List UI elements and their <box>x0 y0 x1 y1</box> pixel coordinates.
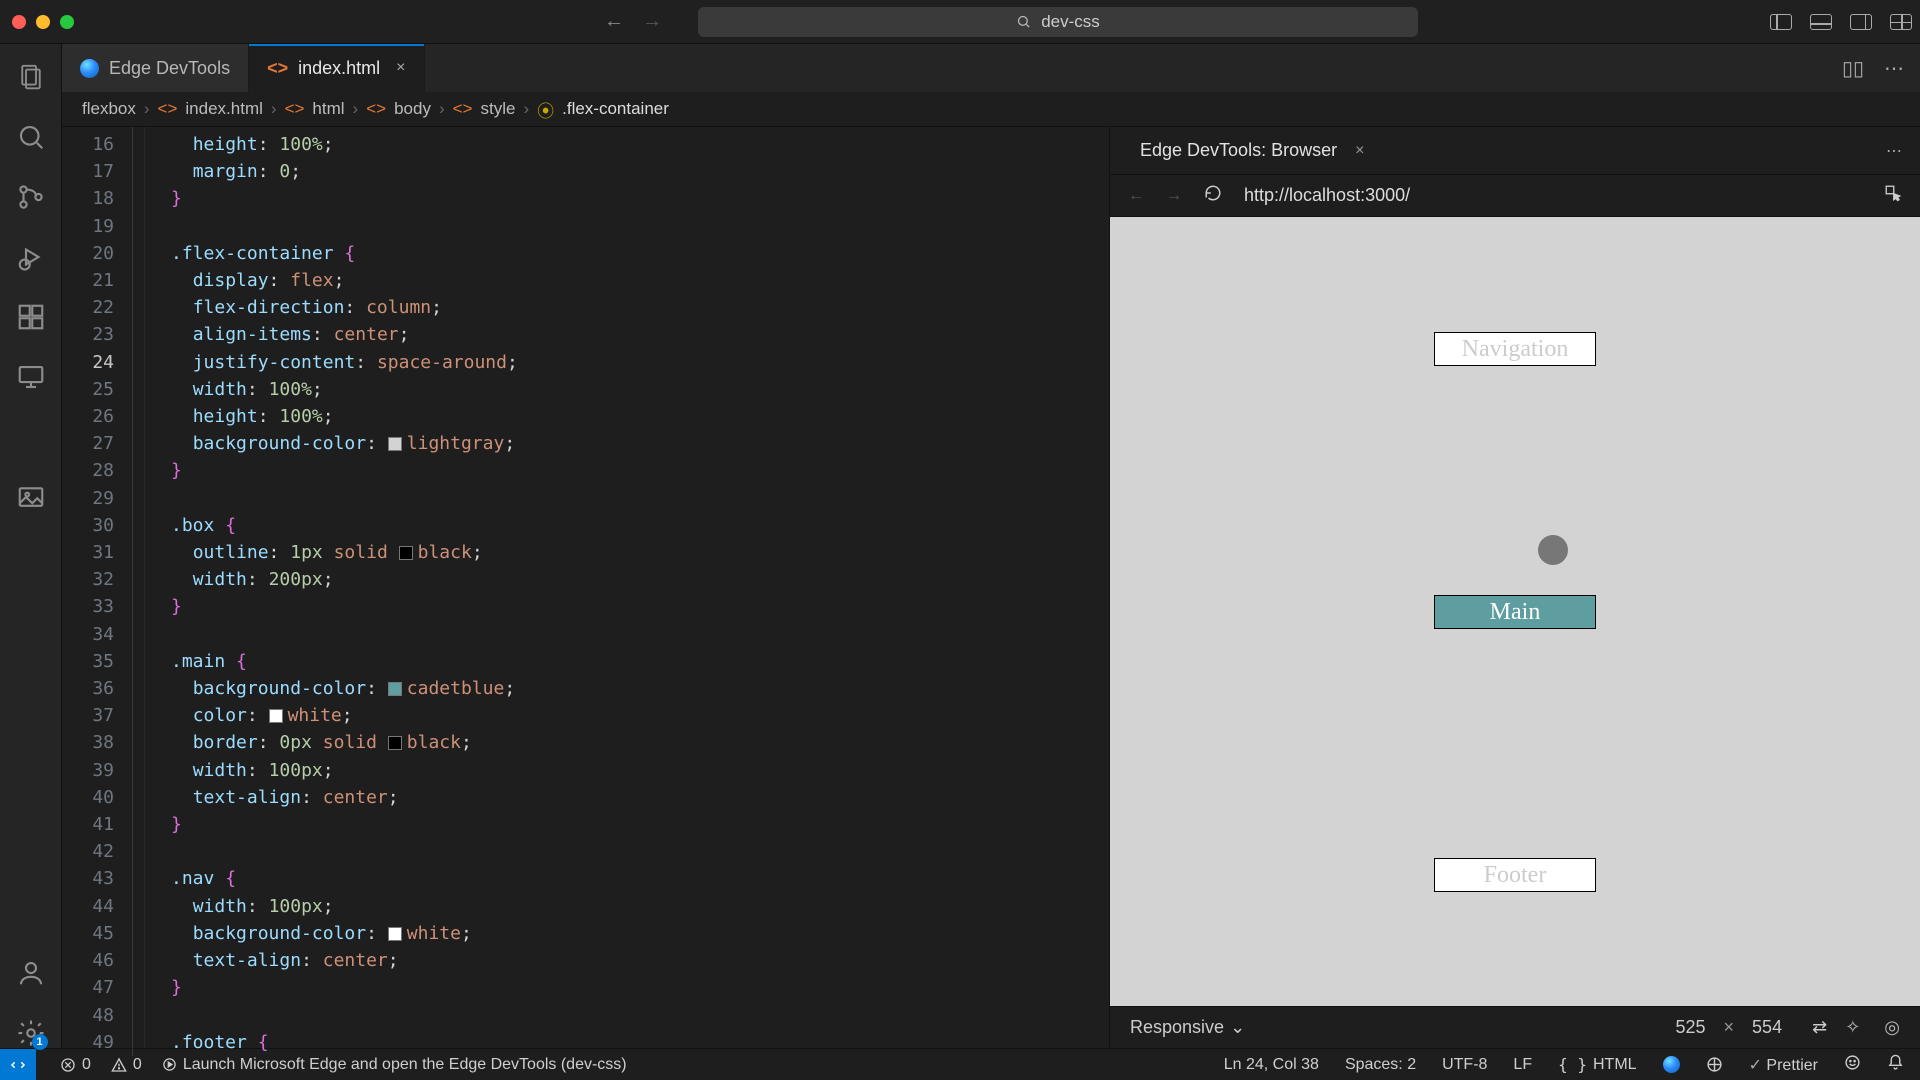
layout-grid-icon[interactable] <box>1890 14 1912 30</box>
settings-gear-icon[interactable]: 1 <box>16 1018 46 1048</box>
minimize-window-icon[interactable] <box>36 15 50 29</box>
code-editor[interactable]: 1617181920212223242526272829303132333435… <box>62 127 1110 1048</box>
line-gutter: 1617181920212223242526272829303132333435… <box>62 127 132 1048</box>
indentation[interactable]: Spaces: 2 <box>1345 1056 1416 1074</box>
times-icon: × <box>1724 1017 1735 1038</box>
window-controls <box>12 15 74 29</box>
cursor-position[interactable]: Ln 24, Col 38 <box>1224 1056 1319 1074</box>
preview-footer-box: Footer <box>1435 859 1595 891</box>
activity-bar: 1 <box>0 44 62 1048</box>
remote-indicator[interactable] <box>0 1049 36 1080</box>
split-editor-icon[interactable]: ▯▯ <box>1842 56 1864 81</box>
browser-panel: Edge DevTools: Browser × ⋯ ← → http://lo… <box>1110 127 1920 1048</box>
eol[interactable]: LF <box>1513 1056 1532 1074</box>
html-file-icon: <> <box>267 58 288 79</box>
command-center[interactable]: dev-css <box>698 7 1418 37</box>
prettier-status[interactable]: Prettier <box>1749 1055 1818 1075</box>
notifications-icon[interactable] <box>1887 1054 1904 1076</box>
wand-icon[interactable]: ✧ <box>1845 1017 1860 1038</box>
titlebar: ← → dev-css <box>0 0 1920 44</box>
remote-explorer-icon[interactable] <box>16 362 46 392</box>
layout-panel-icon[interactable] <box>1810 14 1832 30</box>
run-debug-icon[interactable] <box>16 242 46 272</box>
forward-icon: → <box>642 10 662 33</box>
browser-toolbar: ← → http://localhost:3000/ <box>1110 175 1920 217</box>
more-actions-icon[interactable]: ⋯ <box>1884 56 1904 81</box>
target-icon[interactable]: ◎ <box>1884 1017 1900 1038</box>
viewport-width[interactable]: 525 <box>1675 1017 1705 1038</box>
preview-viewport[interactable]: Navigation Main Footer <box>1110 217 1920 1006</box>
breadcrumb[interactable]: flexbox› <>index.html› <>html› <>body› <… <box>62 92 1920 127</box>
live-share-icon[interactable] <box>1706 1056 1723 1073</box>
layout-controls <box>1770 14 1912 30</box>
layout-sidebar-right-icon[interactable] <box>1850 14 1872 30</box>
code-content[interactable]: height: 100%; margin: 0; } .flex-contain… <box>132 127 1109 1056</box>
tab-label: index.html <box>298 58 380 79</box>
tab-strip: Edge DevTools <> index.html × ▯▯ ⋯ <box>62 44 1920 92</box>
inspect-icon[interactable] <box>1884 184 1902 207</box>
feedback-icon[interactable] <box>1844 1054 1861 1076</box>
problems-warnings[interactable]: 0 <box>111 1056 142 1074</box>
accounts-icon[interactable] <box>16 958 46 988</box>
browser-tab[interactable]: Edge DevTools: Browser × ⋯ <box>1110 127 1920 175</box>
problems-errors[interactable]: 0 <box>60 1056 91 1074</box>
back-icon[interactable]: ← <box>604 10 624 33</box>
close-window-icon[interactable] <box>12 15 26 29</box>
more-icon[interactable]: ⋯ <box>1886 141 1902 161</box>
update-badge: 1 <box>32 1034 48 1050</box>
browser-back-icon: ← <box>1128 187 1144 205</box>
editor-actions: ▯▯ ⋯ <box>1826 44 1920 92</box>
editor-area: Edge DevTools <> index.html × ▯▯ ⋯ flexb… <box>62 44 1920 1048</box>
tab-index-html[interactable]: <> index.html × <box>249 44 424 92</box>
touch-cursor-icon <box>1538 535 1568 565</box>
browser-forward-icon: → <box>1166 187 1182 205</box>
url-text[interactable]: http://localhost:3000/ <box>1244 185 1410 206</box>
chevron-down-icon: ⌄ <box>1230 1017 1245 1038</box>
language-mode[interactable]: { }HTML <box>1558 1055 1636 1074</box>
rotate-icon[interactable]: ⇄ <box>1812 1017 1827 1038</box>
encoding[interactable]: UTF-8 <box>1442 1056 1487 1074</box>
edge-status-icon[interactable] <box>1663 1056 1680 1073</box>
preview-main-box: Main <box>1435 596 1595 628</box>
explorer-icon[interactable] <box>16 62 46 92</box>
history-nav: ← → <box>604 10 662 33</box>
layout-sidebar-left-icon[interactable] <box>1770 14 1792 30</box>
maximize-window-icon[interactable] <box>60 15 74 29</box>
command-center-text: dev-css <box>1041 12 1100 32</box>
source-control-icon[interactable] <box>16 182 46 212</box>
device-select[interactable]: Responsive ⌄ <box>1130 1017 1245 1038</box>
extensions-icon[interactable] <box>16 302 46 332</box>
image-icon[interactable] <box>16 482 46 512</box>
close-browser-tab-icon[interactable]: × <box>1355 142 1364 160</box>
tab-label: Edge DevTools <box>109 58 230 79</box>
close-tab-icon[interactable]: × <box>396 59 405 77</box>
device-toolbar: Responsive ⌄ 525 × 554 ⇄ ✧ ◎ <box>1110 1006 1920 1048</box>
viewport-height[interactable]: 554 <box>1752 1017 1782 1038</box>
launch-edge-task[interactable]: Launch Microsoft Edge and open the Edge … <box>162 1056 627 1074</box>
tab-edge-devtools[interactable]: Edge DevTools <box>62 44 249 92</box>
search-icon <box>1016 14 1031 29</box>
browser-tab-label: Edge DevTools: Browser <box>1140 140 1337 161</box>
preview-nav-box: Navigation <box>1435 333 1595 365</box>
edge-tools-icon[interactable] <box>16 422 46 452</box>
reload-icon[interactable] <box>1204 184 1222 207</box>
search-icon[interactable] <box>16 122 46 152</box>
edge-icon <box>80 59 99 78</box>
